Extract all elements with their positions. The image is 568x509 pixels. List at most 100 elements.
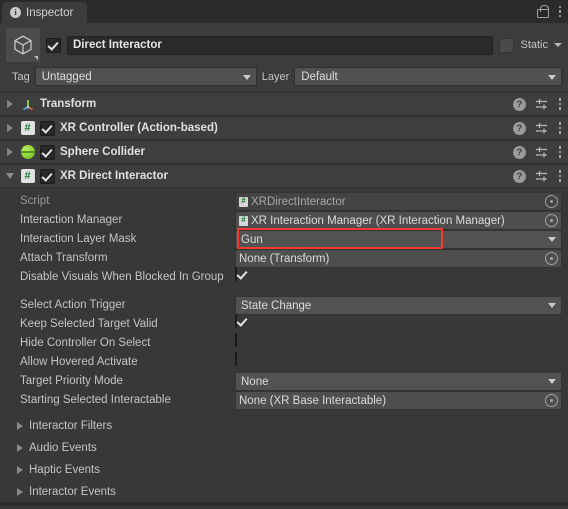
foldout-haptic-events[interactable]: Haptic Events — [6, 459, 562, 481]
foldout-audio-events[interactable]: Audio Events — [6, 437, 562, 459]
component-header-transform[interactable]: Transform ? — [0, 92, 568, 116]
property-row-starting-selected-interactable: Starting Selected Interactable None (XR … — [6, 390, 562, 410]
property-row-interaction-manager: Interaction Manager XR Interaction Manag… — [6, 210, 562, 230]
cube-icon[interactable] — [6, 28, 40, 62]
tab-bar: i Inspector — [0, 0, 568, 23]
property-field-select-action-trigger[interactable]: State Change — [235, 296, 562, 315]
component-tools-xr-direct-interactor: ? — [513, 169, 562, 183]
object-picker-icon[interactable] — [545, 214, 558, 227]
select-field-select-action-trigger[interactable]: State Change — [235, 296, 562, 315]
settings-sliders-icon[interactable] — [535, 146, 549, 159]
kebab-menu-icon[interactable] — [558, 146, 562, 158]
help-icon[interactable]: ? — [513, 97, 526, 111]
component-enabled-checkbox-sphere-collider[interactable] — [40, 144, 55, 160]
checkbox-hide-controller-on-select[interactable] — [235, 333, 237, 347]
foldout-arrow-interactor-events[interactable] — [14, 487, 25, 498]
property-field-interaction-manager[interactable]: XR Interaction Manager (XR Interaction M… — [235, 211, 562, 230]
property-field-interaction-layer-mask[interactable]: Gun — [235, 228, 562, 249]
foldout-arrow-sphere-collider[interactable] — [4, 147, 15, 158]
help-icon[interactable]: ? — [513, 169, 526, 183]
tag-label: Tag — [12, 70, 30, 83]
property-field-hide-controller-on-select[interactable] — [235, 333, 562, 351]
component-enabled-checkbox-xr-controller[interactable] — [40, 120, 55, 136]
object-field-starting-selected-interactable[interactable]: None (XR Base Interactable) — [235, 391, 562, 410]
static-dropdown-icon[interactable] — [554, 43, 562, 47]
component-header-sphere-collider[interactable]: Sphere Collider ? — [0, 140, 568, 164]
foldout-arrow-interactor-filters[interactable] — [14, 421, 25, 432]
settings-sliders-icon[interactable] — [535, 170, 549, 183]
property-label-interaction-layer-mask: Interaction Layer Mask — [20, 232, 137, 245]
property-row-script: Script XRDirectInteractor — [6, 191, 562, 211]
chevron-down-icon[interactable] — [548, 378, 556, 384]
component-header-xr-direct-interactor[interactable]: # XR Direct Interactor ? — [0, 164, 568, 188]
property-row-allow-hovered-activate: Allow Hovered Activate — [6, 352, 562, 371]
checkbox-keep-selected-target-valid[interactable] — [235, 314, 237, 328]
select-field-interaction-layer-mask[interactable]: Gun — [235, 230, 562, 249]
kebab-menu-icon[interactable] — [558, 5, 562, 18]
foldout-arrow-xr-direct-interactor[interactable] — [4, 171, 15, 182]
property-label-starting-selected-interactable: Starting Selected Interactable — [20, 393, 171, 406]
property-field-attach-transform[interactable]: None (Transform) — [235, 249, 562, 268]
chevron-down-icon[interactable] — [548, 236, 556, 242]
property-field-target-priority-mode[interactable]: None — [235, 372, 562, 391]
info-icon: i — [10, 7, 21, 18]
tab-inspector-label: Inspector — [26, 6, 74, 19]
property-field-keep-selected-target-valid[interactable] — [235, 314, 562, 332]
object-field-interaction-manager[interactable]: XR Interaction Manager (XR Interaction M… — [235, 211, 562, 230]
object-field-starting-selected-interactable-value: None (XR Base Interactable) — [239, 394, 387, 407]
foldout-arrow-haptic-events[interactable] — [14, 465, 25, 476]
checkbox-allow-hovered-activate[interactable] — [235, 352, 237, 366]
layer-dropdown[interactable]: Default — [294, 67, 562, 86]
object-field-interaction-manager-value: XR Interaction Manager (XR Interaction M… — [251, 214, 505, 227]
property-row-attach-transform: Attach Transform None (Transform) — [6, 248, 562, 268]
foldout-label-haptic-events: Haptic Events — [29, 464, 100, 476]
gameobject-name-input[interactable]: Direct Interactor — [67, 35, 494, 55]
property-field-script: XRDirectInteractor — [235, 192, 562, 211]
kebab-menu-icon[interactable] — [558, 170, 562, 182]
component-body-xr-direct-interactor: Script XRDirectInteractor Interaction Ma… — [0, 188, 568, 509]
help-icon[interactable]: ? — [513, 145, 526, 159]
property-label-interaction-manager: Interaction Manager — [20, 213, 123, 226]
tag-dropdown[interactable]: Untagged — [34, 67, 257, 86]
foldout-interactor-events[interactable]: Interactor Events — [6, 481, 562, 503]
settings-sliders-icon[interactable] — [535, 122, 549, 135]
foldout-interactor-filters[interactable]: Interactor Filters — [6, 415, 562, 437]
tag-value: Untagged — [41, 70, 92, 83]
object-picker-icon[interactable] — [545, 252, 558, 265]
foldout-label-interactor-events: Interactor Events — [29, 486, 116, 498]
tab-inspector[interactable]: i Inspector — [2, 2, 88, 23]
component-enabled-checkbox-xr-direct-interactor[interactable] — [40, 168, 55, 184]
kebab-menu-icon[interactable] — [558, 122, 562, 134]
component-title-sphere-collider: Sphere Collider — [60, 146, 145, 158]
chevron-down-icon[interactable] — [548, 302, 556, 308]
help-icon[interactable]: ? — [513, 121, 526, 135]
component-title-transform: Transform — [40, 98, 97, 110]
layer-label: Layer — [261, 70, 290, 83]
select-field-target-priority-mode[interactable]: None — [235, 372, 562, 391]
component-header-xr-controller[interactable]: # XR Controller (Action-based) ? — [0, 116, 568, 140]
settings-sliders-icon[interactable] — [535, 98, 549, 111]
static-checkbox[interactable] — [499, 37, 515, 53]
foldout-label-audio-events: Audio Events — [29, 442, 97, 454]
gameobject-enabled-checkbox[interactable] — [46, 37, 61, 53]
lock-open-icon[interactable] — [536, 5, 549, 18]
chevron-down-icon — [548, 74, 556, 80]
tab-bar-actions — [536, 0, 562, 23]
property-field-starting-selected-interactable[interactable]: None (XR Base Interactable) — [235, 391, 562, 410]
foldout-arrow-audio-events[interactable] — [14, 443, 25, 454]
sphere-collider-icon — [20, 145, 35, 160]
foldout-arrow-transform[interactable] — [4, 99, 15, 110]
object-picker-icon[interactable] — [545, 394, 558, 407]
gameobject-header: Direct Interactor Static Tag Untagged La… — [0, 23, 568, 92]
select-field-interaction-layer-mask-value: Gun — [241, 233, 263, 246]
checkbox-disable-visuals[interactable] — [235, 267, 237, 281]
transform-gizmo-svg — [22, 100, 33, 111]
cube-icon-svg — [14, 35, 32, 55]
object-picker-icon[interactable] — [545, 195, 558, 208]
object-field-attach-transform[interactable]: None (Transform) — [235, 249, 562, 268]
property-field-allow-hovered-activate[interactable] — [235, 352, 562, 370]
property-field-disable-visuals[interactable] — [235, 267, 562, 285]
kebab-menu-icon[interactable] — [558, 98, 562, 110]
foldout-arrow-xr-controller[interactable] — [4, 123, 15, 134]
property-row-disable-visuals: Disable Visuals When Blocked In Group — [6, 267, 562, 286]
